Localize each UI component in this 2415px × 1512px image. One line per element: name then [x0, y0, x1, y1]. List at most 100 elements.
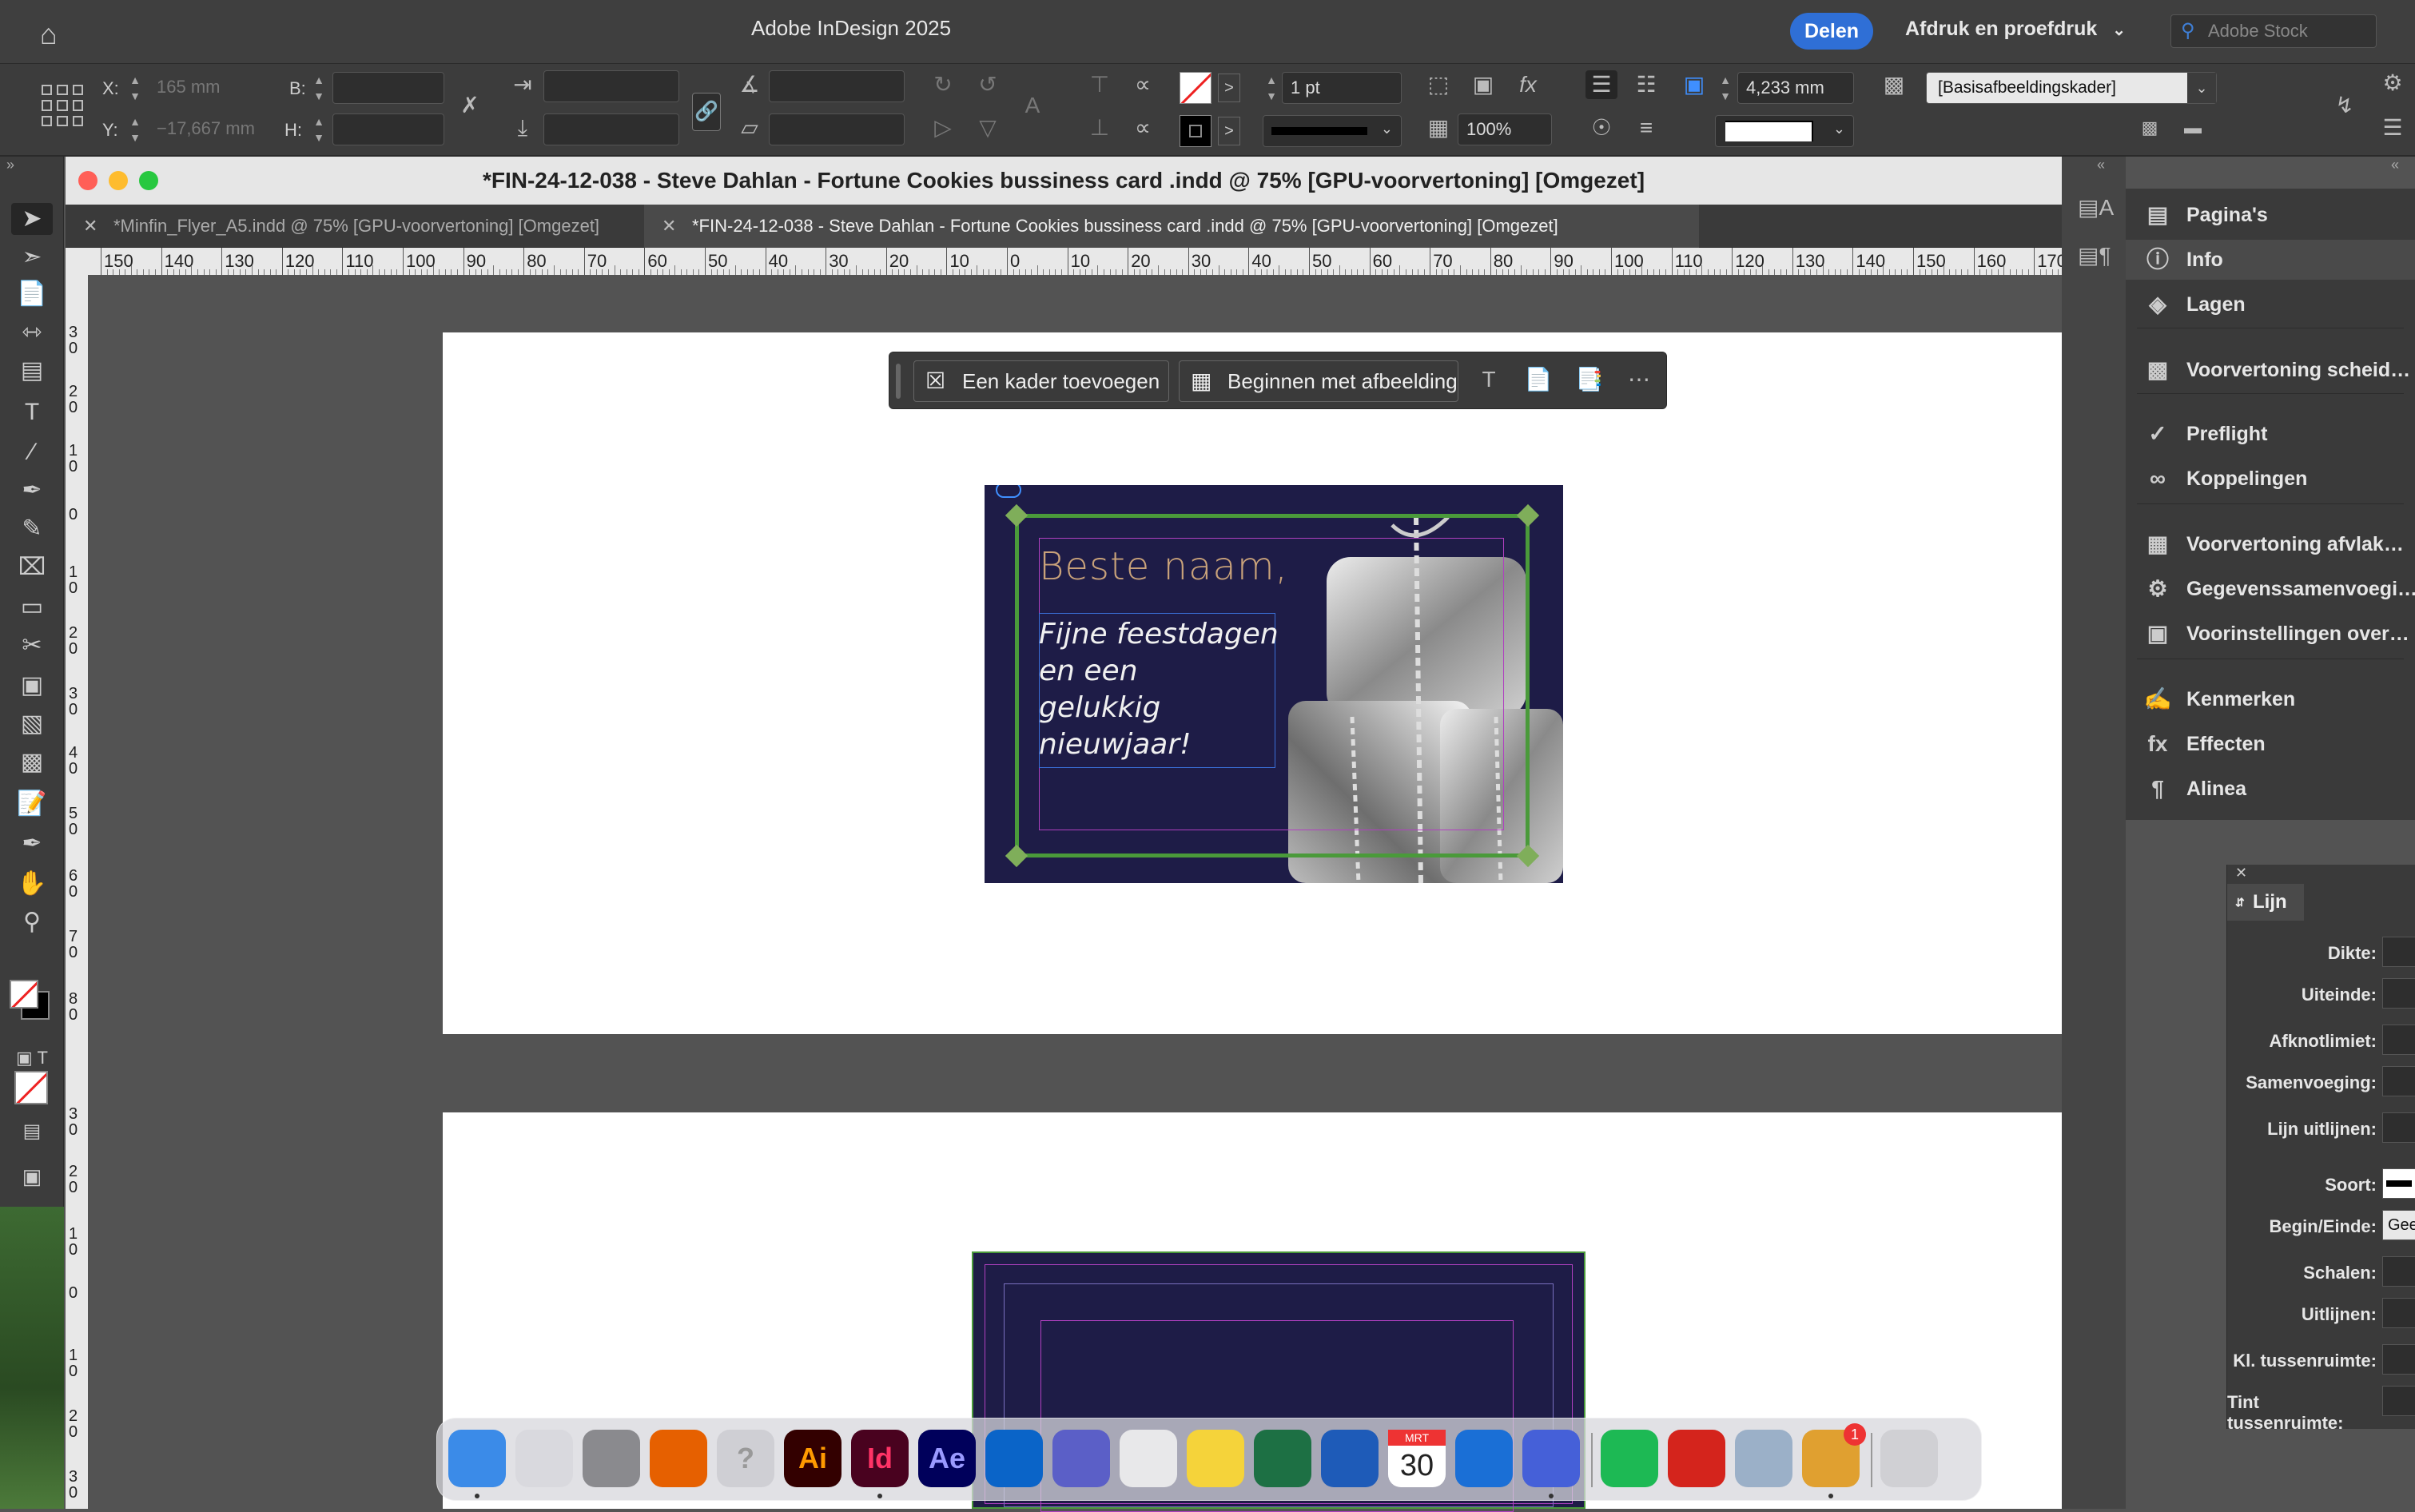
distribute-center-icon[interactable]: ∝ [1127, 70, 1159, 99]
x-stepper-icon[interactable]: ▲ ▼ [128, 72, 142, 104]
tab-minfin-flyer[interactable]: ✕ *Minfin_Flyer_A5.indd @ 75% [GPU-voorv… [66, 205, 641, 248]
frame-fitting-icon[interactable]: ⬚ [1422, 70, 1454, 99]
line-tool-icon[interactable]: ∕ [11, 436, 53, 468]
direct-selection-tool-icon[interactable]: ➣ [11, 241, 53, 273]
add-frame-button[interactable]: ☒ Een kader toevoegen [913, 360, 1169, 402]
paragraph-styles-icon[interactable]: ▤¶ [2078, 241, 2111, 270]
chrome-icon[interactable] [1120, 1430, 1177, 1487]
word-icon[interactable] [1321, 1430, 1379, 1487]
stroke-option-control[interactable] [2382, 1256, 2415, 1287]
character-styles-icon[interactable]: ▤A [2078, 193, 2114, 222]
panel-group-divider[interactable] [2137, 503, 2404, 504]
stroke-option-control[interactable] [2382, 1298, 2415, 1328]
after-effects-icon[interactable]: Ae [918, 1430, 976, 1487]
text-frame-icon[interactable]: T [1473, 365, 1505, 394]
height-stepper-icon[interactable]: ▲ ▼ [312, 113, 326, 145]
stroke-menu-button[interactable]: > [1218, 117, 1240, 145]
calendar-icon[interactable]: MRT 30 [1388, 1430, 1446, 1487]
screen-mode-icon[interactable]: ▣ [11, 1160, 53, 1192]
reference-point-icon[interactable] [42, 85, 83, 126]
stroke-option-control[interactable]: Gee [2382, 1210, 2415, 1240]
opacity-field[interactable]: 100% [1458, 113, 1552, 145]
acrobat-icon[interactable] [1668, 1430, 1725, 1487]
gradient-tool-icon[interactable]: ▧ [11, 708, 53, 740]
preview-icon[interactable] [1735, 1430, 1792, 1487]
zoom-tool-icon[interactable]: ⚲ [11, 906, 53, 938]
fx-icon[interactable]: fx [1512, 70, 1544, 99]
horizontal-ruler[interactable]: 150 140 130 120 110 100 90 80 70 60 50 40 30 20 10 0 10 2… [88, 248, 2062, 275]
panel-item-pages[interactable]: ▤ Pagina's [2126, 195, 2415, 235]
y-stepper-icon[interactable]: ▲ ▼ [128, 113, 142, 145]
panel-item-data-merge[interactable]: ⚙ Gegevenssamenvoegi… [2126, 569, 2415, 609]
free-transform-tool-icon[interactable]: ▣ [11, 670, 53, 702]
selection-tool-icon[interactable]: ➤ [11, 203, 53, 235]
object-style-icon[interactable]: ▩ [1878, 70, 1910, 99]
text-wrap-bbox-icon[interactable]: ☷ [1630, 70, 1662, 99]
scale-x-icon[interactable]: ⇥ [508, 70, 537, 99]
page-tool-icon[interactable]: 📄 [11, 278, 53, 310]
unknown-app-icon[interactable]: ? [717, 1430, 774, 1487]
panel-item-flattener[interactable]: ▦ Voorvertoning afvlak… [2126, 524, 2415, 564]
scale-y-icon[interactable]: ⤓ [508, 113, 537, 142]
share-button[interactable]: Delen [1790, 13, 1873, 50]
constrain-proportions-icon[interactable]: ✗ [456, 91, 484, 120]
tab-fortune-cookies[interactable]: ✕ *FIN-24-12-038 - Steve Dahlan - Fortun… [644, 205, 1699, 248]
scale-x-field[interactable] [543, 70, 679, 102]
greeting-text[interactable]: Beste naam, [1039, 544, 1288, 589]
height-field[interactable] [332, 113, 444, 145]
panel-item-separations[interactable]: ▩ Voorvertoning scheid… [2126, 350, 2415, 390]
type-tool-icon[interactable]: T [11, 396, 53, 428]
finder-icon[interactable] [448, 1430, 506, 1487]
width-stepper-icon[interactable]: ▲ ▼ [312, 72, 326, 104]
stroke-option-control[interactable] [2382, 1386, 2415, 1416]
corner-size-field[interactable]: 4,233 mm [1737, 72, 1854, 104]
close-panel-icon[interactable]: ✕ [2235, 865, 2247, 881]
message-text[interactable]: Fijne feestdagen en een gelukkig nieuwja… [1039, 616, 1279, 763]
stroke-option-control[interactable] [2382, 1025, 2415, 1055]
y-position-field[interactable]: −17,667 mm [149, 113, 264, 145]
text-wrap-none-icon[interactable]: ☰ [1585, 70, 1617, 99]
trash-icon[interactable] [1880, 1430, 1938, 1487]
apply-none-swatch[interactable] [14, 1071, 48, 1104]
maximize-window-button[interactable] [139, 171, 158, 190]
shadow-icon[interactable]: ▣ [1467, 70, 1499, 99]
corner-options-icon[interactable]: ▣ [1678, 70, 1710, 99]
gradient-feather-tool-icon[interactable]: ▩ [11, 746, 53, 778]
stroke-option-control[interactable] [2382, 937, 2415, 967]
vertical-ruler[interactable]: 3 0 2 0 1 0 0 1 0 2 0 3 0 4 0 5 0 6 0 7 0 8 0 3 0 2 0… [66, 275, 88, 1509]
minimize-window-button[interactable] [109, 171, 128, 190]
collapse-panel-icon[interactable]: « [2097, 157, 2105, 173]
width-field[interactable] [332, 72, 444, 104]
shear-angle-icon[interactable]: ▱ [735, 113, 764, 142]
rectangle-frame-tool-icon[interactable]: ⌧ [11, 551, 53, 583]
panel-item-presets[interactable]: ▣ Voorinstellingen over… [2126, 614, 2415, 654]
auto-fit-icon[interactable]: ☉ [1585, 113, 1617, 142]
stroke-option-control[interactable] [2382, 1066, 2415, 1096]
fill-stroke-swatches[interactable] [10, 980, 54, 1025]
eyedropper-tool-icon[interactable]: ✒ [11, 828, 53, 860]
stroke-option-control[interactable] [2382, 1112, 2415, 1143]
stroke-type-dropdown[interactable]: ⌄ [1263, 115, 1402, 147]
rotate-cw-icon[interactable]: ↻ [927, 70, 959, 99]
formatting-affects-container-icon[interactable]: ▣ T [11, 1042, 53, 1074]
collapse-tools-icon[interactable]: » [6, 157, 14, 173]
note-tool-icon[interactable]: 📝 [11, 788, 53, 820]
outlook-icon[interactable] [985, 1430, 1043, 1487]
workspace-switcher[interactable]: Afdruk en proefdruk ⌄ [1905, 18, 2126, 41]
home-icon[interactable]: ⌂ [40, 18, 58, 51]
panel-item-attributes[interactable]: ✍ Kenmerken [2126, 679, 2415, 719]
firefox-icon[interactable] [650, 1430, 707, 1487]
launchpad-icon[interactable] [515, 1430, 573, 1487]
rotate-angle-field[interactable] [769, 70, 905, 102]
stroke-option-control[interactable] [2382, 978, 2415, 1009]
panel-group-divider[interactable] [2137, 393, 2404, 394]
link-scale-icon[interactable]: 🔗 [692, 93, 721, 131]
opacity-icon[interactable]: ▦ [1422, 113, 1454, 142]
more-options-icon[interactable]: ⋯ [1623, 365, 1655, 394]
rotate-angle-icon[interactable]: ∡ [735, 70, 764, 99]
rectangle-tool-icon[interactable]: ▭ [11, 591, 53, 623]
distribute-top-icon[interactable]: ⊤ [1084, 70, 1116, 99]
illustrator-icon[interactable]: Ai [784, 1430, 841, 1487]
content-collector-icon[interactable]: ▤ [11, 355, 53, 387]
start-with-image-button[interactable]: ▦ Beginnen met afbeelding [1179, 360, 1458, 402]
